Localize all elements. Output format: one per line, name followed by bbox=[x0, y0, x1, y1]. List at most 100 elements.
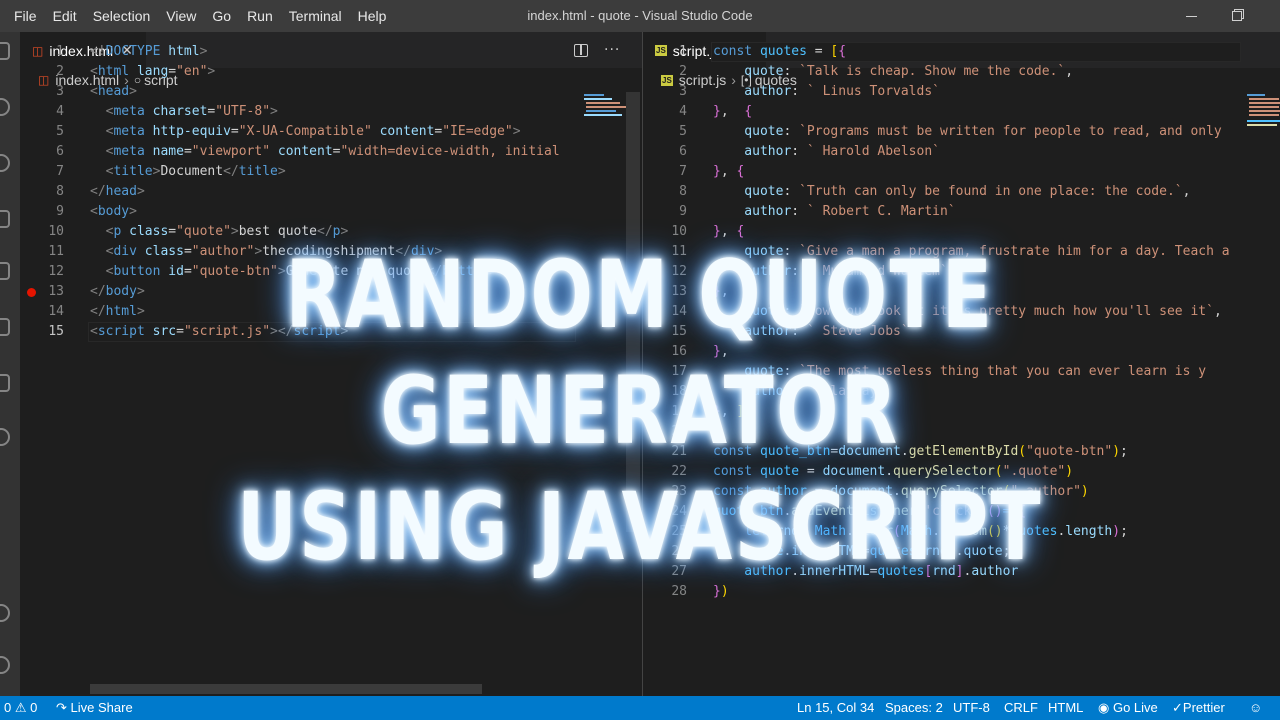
code-text: <meta name="viewport" content="width=dev… bbox=[90, 142, 560, 162]
code-line[interactable]: 26 quote.innerHTML=quotes[rnd].quote; bbox=[643, 542, 1280, 562]
code-token: ; bbox=[1120, 524, 1128, 539]
code-line[interactable]: 20 bbox=[643, 422, 1280, 442]
language-mode[interactable]: HTML bbox=[1048, 696, 1083, 720]
code-text: const quote_btn=document.getElementById(… bbox=[713, 442, 1128, 462]
code-line[interactable]: 14 </html> bbox=[20, 302, 642, 322]
code-line[interactable]: 3 author: ` Linus Torvalds` bbox=[643, 82, 1280, 102]
code-text: <body> bbox=[90, 202, 137, 222]
indentation[interactable]: Spaces: 2 bbox=[885, 696, 943, 720]
code-line[interactable]: 4}, { bbox=[643, 102, 1280, 122]
code-line[interactable]: 18 author: ` Playday` bbox=[643, 382, 1280, 402]
feedback-icon[interactable]: ☺ bbox=[1249, 696, 1262, 720]
code-line[interactable]: 9 <body> bbox=[20, 202, 642, 222]
code-line[interactable]: 3 <head> bbox=[20, 82, 642, 102]
code-line[interactable]: 7}, { bbox=[643, 162, 1280, 182]
code-line[interactable]: 10 <p class="quote">best quote</p> bbox=[20, 222, 642, 242]
menu-item-selection[interactable]: Selection bbox=[85, 0, 159, 32]
code-line[interactable]: 17 quote: `The most useless thing that y… bbox=[643, 362, 1280, 382]
code-line[interactable]: 12 author: ` Muhammad Waseem` bbox=[643, 262, 1280, 282]
gear-icon[interactable] bbox=[0, 656, 10, 674]
code-line[interactable]: 11 <div class="author">thecodingshipment… bbox=[20, 242, 642, 262]
menu-item-file[interactable]: File bbox=[6, 0, 45, 32]
code-line[interactable]: 22 const quote = document.querySelector("… bbox=[643, 462, 1280, 482]
code-line[interactable]: 27 author.innerHTML=quotes[rnd].author bbox=[643, 562, 1280, 582]
code-text: }, { bbox=[713, 222, 744, 242]
code-line[interactable]: 2 quote: `Talk is cheap. Show me the cod… bbox=[643, 62, 1280, 82]
code-token: src bbox=[144, 324, 177, 339]
code-line[interactable]: 5 quote: `Programs must be written for p… bbox=[643, 122, 1280, 142]
code-token: > bbox=[136, 184, 145, 199]
problems-indicator[interactable]: 0 ⚠ 0 bbox=[4, 696, 37, 720]
code-line[interactable]: 4 <meta charset="UTF-8"> bbox=[20, 102, 642, 122]
extensions-icon[interactable] bbox=[0, 262, 10, 280]
testing-icon[interactable] bbox=[0, 374, 10, 392]
menu-item-run[interactable]: Run bbox=[239, 0, 281, 32]
code-token: ".quote" bbox=[1002, 464, 1066, 479]
code-line[interactable]: 16}, bbox=[643, 342, 1280, 362]
code-line[interactable]: 7 <title>Document</title> bbox=[20, 162, 642, 182]
code-line[interactable]: 1 const quotes = [{ bbox=[643, 42, 1280, 62]
code-line[interactable]: 12 <button id="quote-btn">Generate new q… bbox=[20, 262, 642, 282]
code-token: title bbox=[238, 164, 278, 179]
menu-item-go[interactable]: Go bbox=[204, 0, 239, 32]
live-share-panel-icon[interactable] bbox=[0, 428, 10, 446]
run-debug-icon[interactable] bbox=[0, 210, 10, 228]
code-line[interactable]: 23 const author = document.querySelector(… bbox=[643, 482, 1280, 502]
code-line[interactable]: 25 let rnd= Math.floor(Math.random()*quo… bbox=[643, 522, 1280, 542]
search-icon[interactable] bbox=[0, 98, 10, 116]
code-token: ".author" bbox=[1010, 484, 1081, 499]
menu-item-help[interactable]: Help bbox=[350, 0, 395, 32]
code-line[interactable]: 28}) bbox=[643, 582, 1280, 602]
code-token: () bbox=[986, 524, 1003, 539]
go-live-button[interactable]: ◉ Go Live bbox=[1098, 696, 1158, 720]
code-token: const bbox=[713, 444, 753, 459]
code-token: quotes bbox=[869, 544, 917, 559]
code-line[interactable]: 6 author: ` Harold Abelson` bbox=[643, 142, 1280, 162]
code-line[interactable]: 15 author: ` Steve Jobs` bbox=[643, 322, 1280, 342]
code-line[interactable]: 15 <script src="script.js"></script> bbox=[20, 322, 642, 342]
horizontal-scrollbar[interactable] bbox=[90, 684, 482, 694]
live-share-button[interactable]: ↷ Live Share bbox=[56, 696, 133, 720]
code-line[interactable]: 13 </body> bbox=[20, 282, 642, 302]
code-token: quotes bbox=[752, 44, 807, 59]
code-token: ( bbox=[893, 524, 901, 539]
menu-item-terminal[interactable]: Terminal bbox=[281, 0, 350, 32]
code-line[interactable]: 9 author: ` Robert C. Martin` bbox=[643, 202, 1280, 222]
code-token: ) bbox=[720, 584, 729, 599]
code-text: const author = document.querySelector(".… bbox=[713, 482, 1089, 502]
code-token: script bbox=[97, 324, 145, 339]
cursor-position[interactable]: Ln 15, Col 34 bbox=[797, 696, 874, 720]
line-ending[interactable]: CRLF bbox=[1004, 696, 1038, 720]
code-line[interactable]: 8 </head> bbox=[20, 182, 642, 202]
code-token: < bbox=[90, 124, 114, 139]
code-line[interactable]: 21 const quote_btn=document.getElementByI… bbox=[643, 442, 1280, 462]
code-token: ] bbox=[955, 564, 964, 579]
code-text: <!DOCTYPE html> bbox=[90, 42, 207, 62]
account-icon[interactable] bbox=[0, 604, 10, 622]
minimize-icon[interactable] bbox=[1168, 0, 1214, 32]
code-line[interactable]: 6 <meta name="viewport" content="width=d… bbox=[20, 142, 642, 162]
code-line[interactable]: 14 quote: `How you look at it is pretty … bbox=[643, 302, 1280, 322]
source-control-icon[interactable] bbox=[0, 154, 10, 172]
code-line[interactable]: 13}, bbox=[643, 282, 1280, 302]
code-token: author bbox=[752, 484, 807, 499]
menu-item-view[interactable]: View bbox=[158, 0, 204, 32]
code-line[interactable]: 1 <!DOCTYPE html> bbox=[20, 42, 642, 62]
code-token: quote bbox=[713, 244, 784, 259]
encoding[interactable]: UTF-8 bbox=[953, 696, 990, 720]
line-number: 12 bbox=[671, 264, 687, 279]
code-token: : bbox=[791, 84, 807, 99]
remote-icon[interactable] bbox=[0, 318, 10, 336]
explorer-icon[interactable] bbox=[0, 42, 10, 60]
maximize-icon[interactable] bbox=[1214, 0, 1260, 32]
code-text: author: ` Harold Abelson` bbox=[713, 142, 940, 162]
prettier-button[interactable]: ✓Prettier bbox=[1172, 696, 1225, 720]
code-line[interactable]: 8 quote: `Truth can only be found in one… bbox=[643, 182, 1280, 202]
code-line[interactable]: 5 <meta http-equiv="X-UA-Compatible" con… bbox=[20, 122, 642, 142]
code-line[interactable]: 10}, { bbox=[643, 222, 1280, 242]
menu-item-edit[interactable]: Edit bbox=[45, 0, 85, 32]
code-line[interactable]: 11 quote: `Give a man a program, frustra… bbox=[643, 242, 1280, 262]
code-line[interactable]: 19}, ] bbox=[643, 402, 1280, 422]
code-line[interactable]: 2 <html lang="en"> bbox=[20, 62, 642, 82]
code-line[interactable]: 24 quote_btn.addEventListener('click',()=… bbox=[643, 502, 1280, 522]
